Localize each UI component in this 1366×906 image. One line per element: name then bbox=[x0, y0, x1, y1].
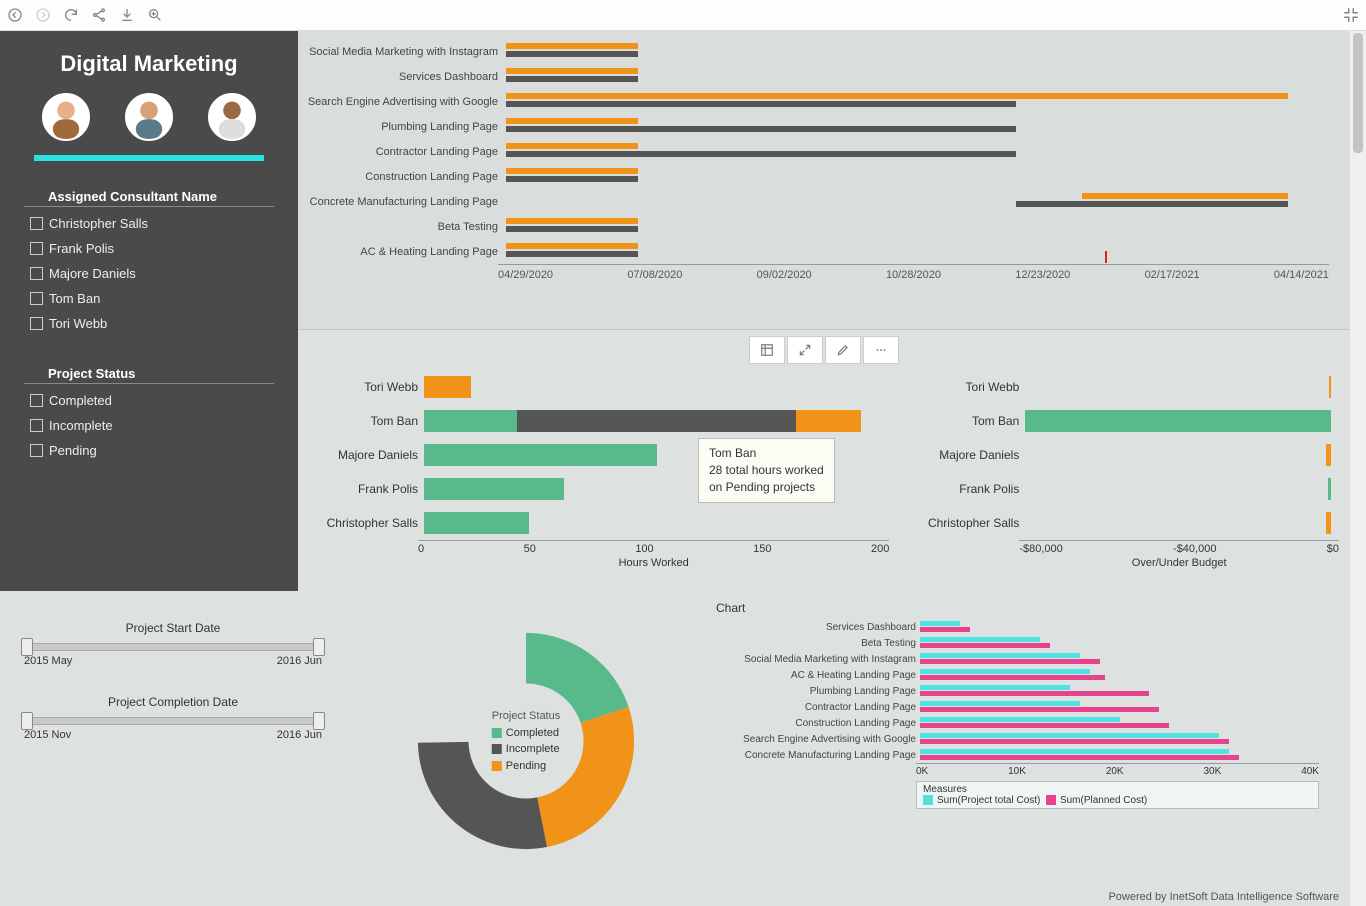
mid-charts-row: Tori Webb Tom Ban Majore Daniels Frank Poli… bbox=[298, 330, 1349, 591]
slider-start[interactable] bbox=[24, 643, 322, 651]
cost-label: Search Engine Advertising with Google bbox=[716, 734, 920, 745]
filter-label: Christopher Salls bbox=[49, 216, 148, 231]
cost-label: Beta Testing bbox=[716, 638, 920, 649]
cost-label: Services Dashboard bbox=[716, 622, 920, 633]
vertical-scrollbar[interactable] bbox=[1349, 31, 1366, 906]
checkbox-icon[interactable] bbox=[30, 419, 43, 432]
filter-item[interactable]: Completed bbox=[0, 388, 298, 413]
gantt-label: AC & Heating Landing Page bbox=[298, 246, 506, 258]
refresh-icon[interactable] bbox=[62, 6, 80, 24]
budget-axis-title: Over/Under Budget bbox=[1019, 557, 1339, 569]
cost-label: Construction Landing Page bbox=[716, 718, 920, 729]
avatar[interactable] bbox=[42, 93, 90, 141]
download-icon[interactable] bbox=[118, 6, 136, 24]
donut-chart[interactable]: Project Status Completed Incomplete Pend… bbox=[346, 591, 706, 891]
filter-label: Tom Ban bbox=[49, 291, 100, 306]
avatar[interactable] bbox=[125, 93, 173, 141]
hours-label: Majore Daniels bbox=[308, 448, 424, 462]
filter-item[interactable]: Majore Daniels bbox=[0, 261, 298, 286]
hours-label: Tori Webb bbox=[308, 380, 424, 394]
avatar-row bbox=[0, 93, 298, 141]
cost-legend: Measures Sum(Project total Cost) Sum(Pla… bbox=[916, 781, 1319, 809]
hours-label: Frank Polis bbox=[308, 482, 424, 496]
page-title: Digital Marketing bbox=[0, 51, 298, 77]
forward-icon[interactable] bbox=[34, 6, 52, 24]
gantt-label: Search Engine Advertising with Google bbox=[298, 96, 506, 108]
checkbox-icon[interactable] bbox=[30, 292, 43, 305]
filter-item[interactable]: Christopher Salls bbox=[0, 211, 298, 236]
slider-completion-title: Project Completion Date bbox=[24, 695, 322, 709]
checkbox-icon[interactable] bbox=[30, 217, 43, 230]
avatar[interactable] bbox=[208, 93, 256, 141]
filter-item[interactable]: Incomplete bbox=[0, 413, 298, 438]
slider-start-title: Project Start Date bbox=[24, 621, 322, 635]
budget-label: Christopher Salls bbox=[909, 516, 1025, 530]
accent-bar bbox=[34, 155, 264, 161]
budget-label: Tom Ban bbox=[909, 414, 1025, 428]
collapse-icon[interactable] bbox=[1342, 6, 1360, 24]
budget-label: Frank Polis bbox=[909, 482, 1025, 496]
checkbox-icon[interactable] bbox=[30, 394, 43, 407]
cost-label: Contractor Landing Page bbox=[716, 702, 920, 713]
share-icon[interactable] bbox=[90, 6, 108, 24]
chart-tooltip: Tom Ban 28 total hours worked on Pending… bbox=[698, 438, 835, 502]
checkbox-icon[interactable] bbox=[30, 267, 43, 280]
gantt-label: Concrete Manufacturing Landing Page bbox=[298, 196, 506, 208]
filter-status-title: Project Status bbox=[24, 366, 274, 384]
budget-chart[interactable]: Tori Webb Tom Ban Majore Daniels Frank Poli… bbox=[899, 330, 1349, 591]
footer-text: Powered by InetSoft Data Intelligence So… bbox=[0, 891, 1349, 906]
donut-legend: Project Status Completed Incomplete Pend… bbox=[492, 708, 560, 774]
filter-item[interactable]: Pending bbox=[0, 438, 298, 463]
gantt-label: Contractor Landing Page bbox=[298, 146, 506, 158]
cost-label: Concrete Manufacturing Landing Page bbox=[716, 750, 920, 761]
cost-label: AC & Heating Landing Page bbox=[716, 670, 920, 681]
filter-label: Pending bbox=[49, 443, 97, 458]
checkbox-icon[interactable] bbox=[30, 444, 43, 457]
filter-consultant-title: Assigned Consultant Name bbox=[24, 189, 274, 207]
gantt-label: Construction Landing Page bbox=[298, 171, 506, 183]
cost-label: Social Media Marketing with Instagram bbox=[716, 654, 920, 665]
zoom-icon[interactable] bbox=[146, 6, 164, 24]
gantt-chart: Social Media Marketing with Instagram Ser… bbox=[298, 31, 1349, 330]
sidebar: Digital Marketing Assigned Consultant Na… bbox=[0, 31, 298, 591]
filter-item[interactable]: Tori Webb bbox=[0, 311, 298, 336]
gantt-label: Plumbing Landing Page bbox=[298, 121, 506, 133]
cost-label: Plumbing Landing Page bbox=[716, 686, 920, 697]
top-toolbar bbox=[0, 0, 1366, 31]
budget-label: Majore Daniels bbox=[909, 448, 1025, 462]
checkbox-icon[interactable] bbox=[30, 242, 43, 255]
date-sliders: Project Start Date 2015 May2016 Jun Proj… bbox=[0, 591, 346, 891]
cost-chart[interactable]: Chart Services Dashboard Beta Testing Soci… bbox=[706, 591, 1349, 891]
hours-axis-title: Hours Worked bbox=[418, 557, 889, 569]
gantt-label: Social Media Marketing with Instagram bbox=[298, 46, 506, 58]
checkbox-icon[interactable] bbox=[30, 317, 43, 330]
filter-label: Incomplete bbox=[49, 418, 113, 433]
hours-label: Tom Ban bbox=[308, 414, 424, 428]
filter-label: Completed bbox=[49, 393, 112, 408]
cost-chart-title: Chart bbox=[716, 601, 1319, 615]
filter-label: Majore Daniels bbox=[49, 266, 136, 281]
gantt-label: Beta Testing bbox=[298, 221, 506, 233]
filter-label: Tori Webb bbox=[49, 316, 107, 331]
budget-label: Tori Webb bbox=[909, 380, 1025, 394]
filter-item[interactable]: Tom Ban bbox=[0, 286, 298, 311]
back-icon[interactable] bbox=[6, 6, 24, 24]
slider-completion[interactable] bbox=[24, 717, 322, 725]
filter-item[interactable]: Frank Polis bbox=[0, 236, 298, 261]
hours-label: Christopher Salls bbox=[308, 516, 424, 530]
gantt-label: Services Dashboard bbox=[298, 71, 506, 83]
hours-worked-chart[interactable]: Tori Webb Tom Ban Majore Daniels Frank Poli… bbox=[298, 330, 899, 591]
filter-label: Frank Polis bbox=[49, 241, 114, 256]
